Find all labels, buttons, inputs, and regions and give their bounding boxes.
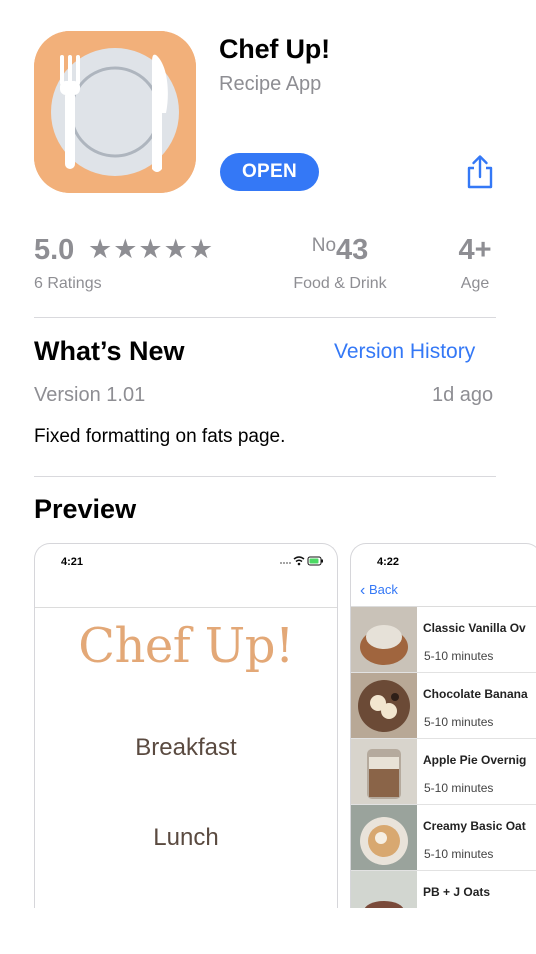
open-button[interactable]: OPEN <box>220 153 319 191</box>
version-history-link[interactable]: Version History <box>334 340 475 364</box>
age-label: Age <box>460 275 490 292</box>
version-age: 1d ago <box>432 384 494 406</box>
recipe-row: Creamy Basic Oat 5-10 minutes <box>351 805 536 871</box>
app-title: Chef Up! <box>219 34 330 64</box>
rank-category[interactable]: Food & Drink <box>284 275 396 293</box>
recipe-photo <box>351 607 417 672</box>
recipe-time: 5-10 minutes <box>424 847 494 861</box>
recipe-row: Classic Vanilla Ov 5-10 minutes <box>351 607 536 673</box>
divider <box>34 317 496 318</box>
status-time: 4:22 <box>377 556 400 568</box>
recipe-name: Chocolate Banana <box>423 687 528 701</box>
nav-divider <box>35 607 337 608</box>
recipe-photo <box>351 871 417 908</box>
chart-rank[interactable]: No43 <box>290 234 390 267</box>
recipe-name: Apple Pie Overnig <box>423 753 527 767</box>
screenshot-app-title: Chef Up! <box>78 618 294 674</box>
recipe-row: Chocolate Banana 5-10 minutes <box>351 673 536 739</box>
status-icons <box>279 555 325 570</box>
back-button: ‹ Back <box>360 582 398 600</box>
recipe-photo <box>351 673 417 738</box>
menu-item-lunch: Lunch <box>153 824 219 851</box>
share-icon[interactable] <box>464 154 496 190</box>
back-label: Back <box>368 582 398 597</box>
recipe-row: PB + J Oats <box>351 871 536 908</box>
recipe-time: 5-10 minutes <box>424 715 494 729</box>
divider <box>34 476 496 477</box>
recipe-name: Classic Vanilla Ov <box>423 621 526 635</box>
recipe-time: 5-10 minutes <box>424 649 494 663</box>
preview-screenshot-2[interactable]: 4:22 ‹ Back Classic Vanilla Ov 5-10 minu… <box>350 543 536 908</box>
recipe-time: 5-10 minutes <box>424 781 494 795</box>
recipe-row: Apple Pie Overnig 5-10 minutes <box>351 739 536 805</box>
rating-stars: ★★★★★ <box>88 234 215 264</box>
rank-prefix: No <box>311 235 337 256</box>
status-time: 4:21 <box>61 556 84 568</box>
rating-value: 5.0 <box>34 234 75 266</box>
rating-count[interactable]: 6 Ratings <box>34 275 102 293</box>
fork-plate-knife-icon <box>34 31 196 193</box>
recipe-name: PB + J Oats <box>423 885 491 899</box>
preview-heading: Preview <box>34 494 137 524</box>
version-label: Version 1.01 <box>34 384 146 406</box>
whats-new-heading: What’s New <box>34 336 185 366</box>
chevron-left-icon: ‹ <box>360 582 366 599</box>
preview-screenshot-1[interactable]: 4:21 Chef Up! Breakfast Lunch <box>34 543 338 908</box>
app-subtitle: Recipe App <box>219 73 322 95</box>
release-notes: Fixed formatting on fats page. <box>34 426 286 447</box>
age-rating: 4+ <box>458 234 492 266</box>
recipe-photo <box>351 805 417 870</box>
recipe-name: Creamy Basic Oat <box>423 819 526 833</box>
menu-item-breakfast: Breakfast <box>135 734 237 761</box>
rank-number: 43 <box>336 234 369 266</box>
recipe-photo <box>351 739 417 804</box>
app-icon <box>34 31 196 193</box>
